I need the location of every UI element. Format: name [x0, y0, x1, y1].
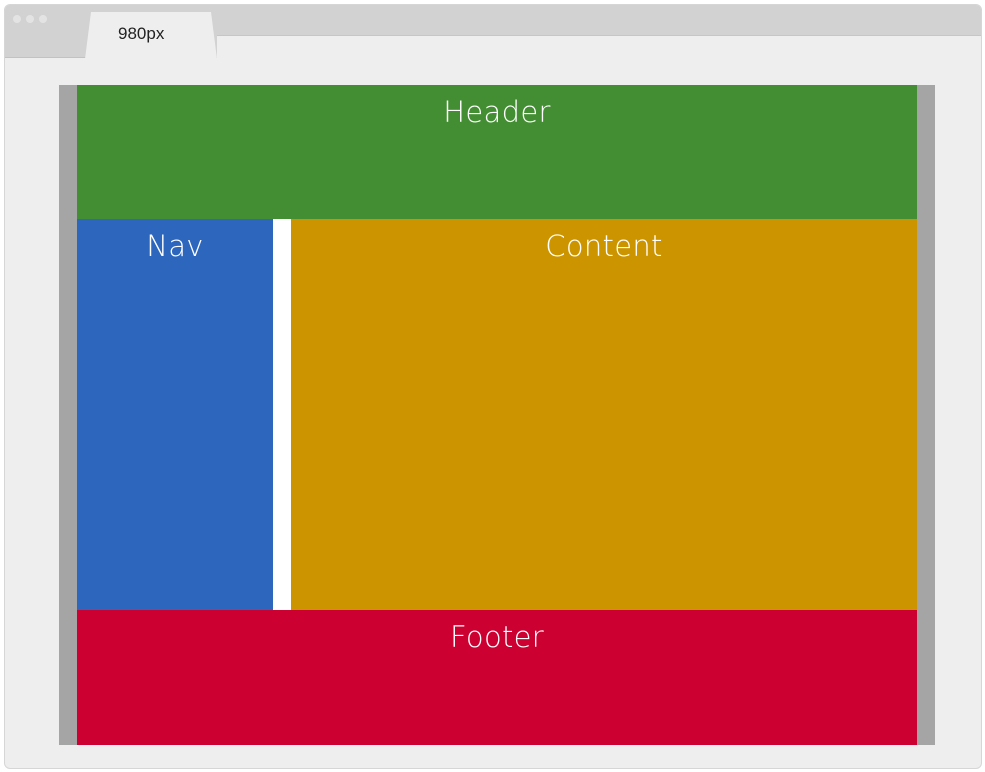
header-label: Header [443, 95, 551, 129]
column-gutter [273, 219, 291, 610]
content-label: Content [545, 229, 663, 263]
window-controls [13, 15, 47, 23]
minimize-window-icon[interactable] [26, 15, 34, 23]
nav-region: Nav [77, 219, 273, 610]
browser-titlebar: 980px [5, 5, 981, 59]
footer-label: Footer [449, 620, 545, 654]
nav-label: Nav [146, 229, 204, 263]
content-region: Content [291, 219, 917, 610]
browser-tab[interactable]: 980px [85, 12, 217, 59]
footer-region: Footer [77, 610, 917, 745]
tab-strip-divider [217, 35, 981, 59]
tab-title: 980px [118, 24, 165, 43]
browser-window: 980px Header Nav Content Footer [4, 4, 982, 769]
close-window-icon[interactable] [13, 15, 21, 23]
header-region: Header [77, 85, 917, 219]
maximize-window-icon[interactable] [39, 15, 47, 23]
page-layout-diagram: Header Nav Content Footer [77, 85, 917, 745]
